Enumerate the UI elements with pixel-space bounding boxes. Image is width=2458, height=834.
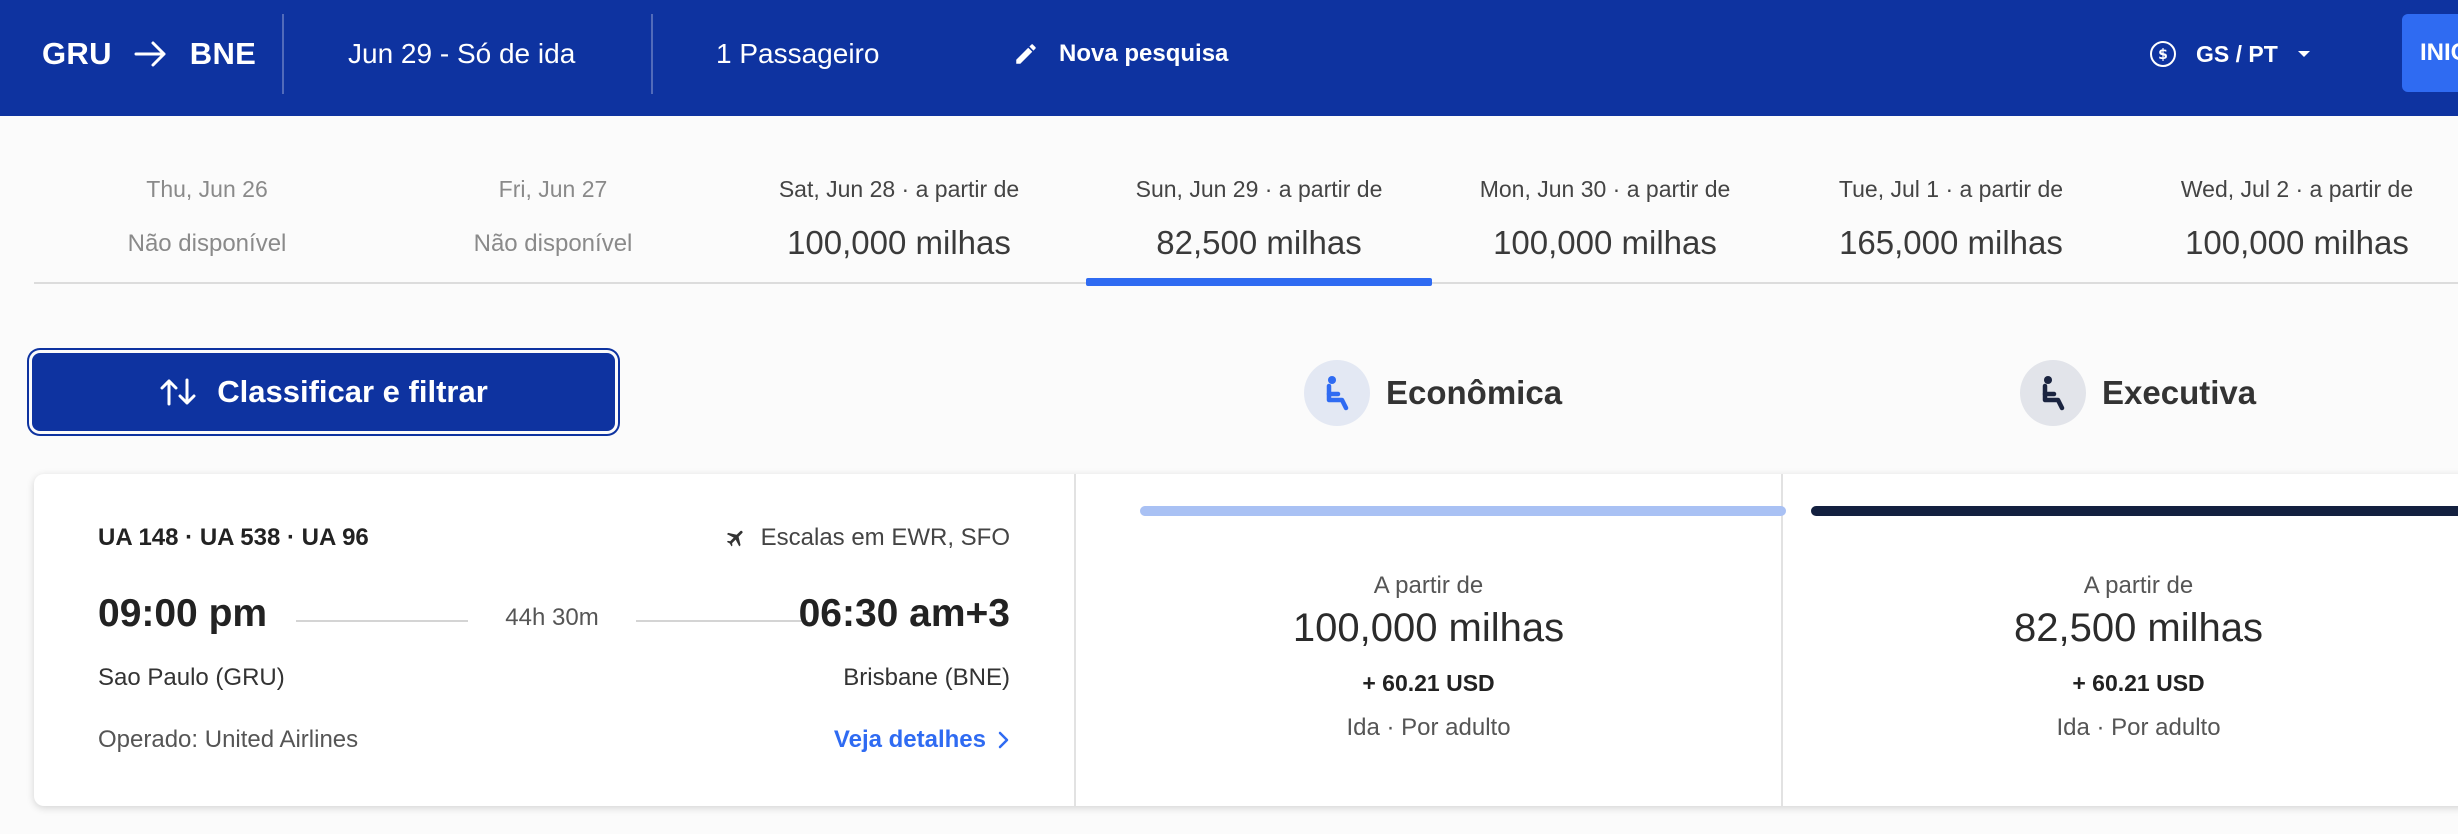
date-tab-label: Tue, Jul 1 · a partir de — [1838, 176, 2064, 202]
date-tab-label: Sat, Jun 28 · a partir de — [778, 176, 1020, 202]
date-tab-jun-29[interactable]: Sun, Jun 29 · a partir de 82,500 milhas — [1086, 150, 1432, 286]
arrival-time: 06:30 am+3 — [798, 592, 1010, 635]
currency-icon: $ — [2150, 41, 2176, 67]
departure-time: 09:00 pm — [98, 592, 268, 635]
seat-icon — [1304, 360, 1370, 426]
cabin-label-business: Executiva — [2102, 374, 2257, 411]
date-tab-price: Não disponível — [127, 230, 287, 257]
date-tab-jun-30[interactable]: Mon, Jun 30 · a partir de 100,000 milhas — [1432, 150, 1778, 284]
date-tab-jul-2[interactable]: Wed, Jul 2 · a partir de 100,000 milhas — [2124, 150, 2458, 284]
flight-duration: 44h 30m — [505, 604, 599, 631]
stops-info: Escalas em EWR, SFO — [725, 524, 1010, 552]
trip-date[interactable]: Jun 29 - Só de ida — [348, 0, 575, 108]
date-tab-price: 100,000 milhas — [787, 224, 1011, 261]
duration-line — [636, 620, 808, 622]
fare-tax: + 60.21 USD — [2072, 670, 2205, 696]
fare-tax: + 60.21 USD — [1362, 670, 1495, 696]
stops-label: Escalas em EWR, SFO — [760, 524, 1010, 551]
header-divider — [651, 14, 653, 94]
date-tab-price: 100,000 milhas — [1493, 224, 1717, 261]
sort-filter-label: Classificar e filtrar — [217, 374, 488, 409]
chevron-right-icon — [998, 731, 1009, 749]
date-tab-jun-27[interactable]: Fri, Jun 27 Não disponível — [380, 150, 726, 284]
locale-selector[interactable]: $ GS / PT — [2148, 0, 2312, 108]
flight-info: UA 148 · UA 538 · UA 96 Escalas em EWR, … — [34, 474, 1076, 806]
see-details-link[interactable]: Veja detalhes — [834, 726, 1010, 754]
caret-down-icon — [2297, 51, 2310, 57]
date-tab-label: Fri, Jun 27 — [498, 176, 608, 202]
fare-business[interactable]: A partir de 82,500 milhas + 60.21 USD Id… — [1783, 474, 2458, 806]
fare-note: Ida · Por adulto — [1346, 714, 1511, 741]
route-summary[interactable]: GRU BNE — [42, 0, 256, 108]
cabin-header-economy: Econômica — [1304, 360, 1562, 426]
date-tab-price: 100,000 milhas — [2185, 224, 2409, 261]
fare-from-label: A partir de — [1373, 572, 1484, 599]
date-tab-label: Sun, Jun 29 · a partir de — [1135, 176, 1383, 202]
date-tab-label: Wed, Jul 2 · a partir de — [2180, 176, 2414, 202]
fare-bar-economy — [1140, 506, 1786, 516]
top-header: GRU BNE Jun 29 - Só de ida 1 Passageiro … — [0, 0, 2458, 116]
origin-code: GRU — [42, 36, 112, 71]
fare-bar-business — [1811, 506, 2458, 516]
fare-note: Ida · Por adulto — [2056, 714, 2221, 741]
date-tab-jun-26[interactable]: Thu, Jun 26 Não disponível — [34, 150, 380, 284]
date-tab-price: 82,500 milhas — [1156, 224, 1362, 261]
sort-arrows-icon — [160, 378, 196, 406]
operator-label: Operado: United Airlines — [98, 726, 359, 753]
cabin-label-economy: Econômica — [1386, 374, 1563, 411]
date-tab-price: 165,000 milhas — [1839, 224, 2063, 261]
date-tab-jun-28[interactable]: Sat, Jun 28 · a partir de 100,000 milhas — [726, 150, 1072, 284]
date-tab-label: Thu, Jun 26 — [146, 176, 268, 202]
departure-city: Sao Paulo (GRU) — [98, 664, 285, 691]
arrow-right-icon — [134, 41, 166, 67]
login-button[interactable]: INIC — [2402, 14, 2458, 92]
date-tab-label: Mon, Jun 30 · a partir de — [1479, 176, 1731, 202]
new-search-label: Nova pesquisa — [1059, 40, 1229, 67]
date-tab-jul-1[interactable]: Tue, Jul 1 · a partir de 165,000 milhas — [1778, 150, 2124, 284]
pencil-icon — [1016, 44, 1036, 64]
airplane-icon — [726, 530, 743, 547]
fare-miles: 82,500 milhas — [2013, 606, 2264, 650]
sort-filter-button[interactable]: Classificar e filtrar — [32, 353, 615, 431]
flight-card: UA 148 · UA 538 · UA 96 Escalas em EWR, … — [34, 474, 2458, 806]
fare-economy[interactable]: A partir de 100,000 milhas + 60.21 USD I… — [1076, 474, 1786, 806]
new-search-button[interactable]: Nova pesquisa — [1013, 0, 1228, 108]
date-tab-price: Não disponível — [473, 230, 633, 257]
seat-icon — [2020, 360, 2086, 426]
date-selector: Thu, Jun 26 Não disponível Fri, Jun 27 N… — [34, 150, 2458, 286]
fare-miles: 100,000 milhas — [1292, 606, 1565, 650]
passenger-count[interactable]: 1 Passageiro — [716, 0, 879, 108]
locale-label: GS / PT — [2196, 40, 2278, 67]
destination-code: BNE — [189, 36, 257, 71]
header-divider — [282, 14, 284, 94]
duration-line — [296, 620, 468, 622]
flight-numbers: UA 148 · UA 538 · UA 96 — [98, 524, 369, 551]
cabin-header-business: Executiva — [2020, 360, 2256, 426]
see-details-label: Veja detalhes — [833, 726, 986, 753]
arrival-city: Brisbane (BNE) — [843, 664, 1010, 691]
svg-text:$: $ — [2158, 47, 2168, 63]
fare-from-label: A partir de — [2083, 572, 2194, 599]
